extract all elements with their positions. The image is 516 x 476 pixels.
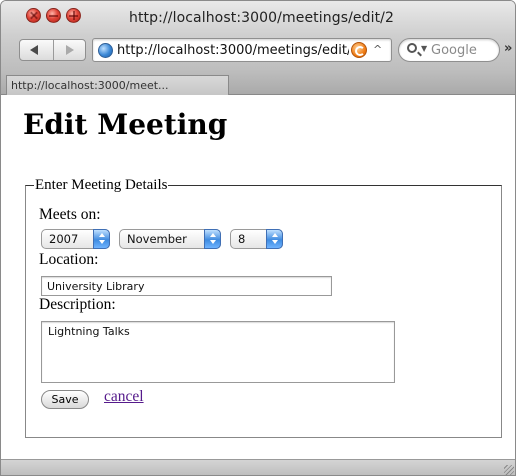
location-label: Location:: [39, 251, 99, 268]
save-button[interactable]: Save: [41, 390, 89, 409]
page-title: Edit Meeting: [23, 108, 228, 141]
back-arrow-icon[interactable]: [30, 45, 38, 55]
zoom-icon[interactable]: [66, 8, 81, 23]
title-bar[interactable]: http://localhost:3000/meetings/edit/2: [1, 1, 515, 35]
toolbar-overflow-icon[interactable]: »: [504, 41, 512, 56]
year-select[interactable]: 2007: [41, 229, 110, 249]
tab-bar: http://localhost:3000/meet...: [1, 71, 515, 95]
search-menu-arrow-icon[interactable]: ▼: [421, 44, 427, 53]
status-bar: [1, 459, 515, 475]
page-content: Edit Meeting Enter Meeting Details Meets…: [1, 95, 515, 459]
search-field[interactable]: ▼ Google: [398, 38, 500, 62]
month-select[interactable]: November: [119, 229, 221, 249]
fieldset-legend: Enter Meeting Details: [35, 177, 168, 193]
meets-on-label: Meets on:: [39, 206, 101, 223]
tab-current[interactable]: http://localhost:3000/meet...: [6, 75, 229, 95]
day-select-value: 8: [238, 232, 246, 246]
search-placeholder: Google: [431, 43, 477, 58]
chevron-updown-icon: [204, 229, 221, 249]
snapback-icon[interactable]: [351, 42, 367, 58]
location-field[interactable]: University Library: [41, 276, 332, 296]
chevron-updown-icon: [266, 229, 283, 249]
description-label: Description:: [39, 296, 116, 313]
nav-divider: [53, 40, 54, 60]
close-icon[interactable]: [26, 8, 41, 23]
search-icon[interactable]: [407, 43, 417, 53]
browser-toolbar: http://localhost:3000/meetings/edit/2 ^ …: [1, 35, 515, 71]
caret-icon: ^: [373, 43, 383, 56]
description-field[interactable]: Lightning Talks: [41, 321, 395, 383]
cancel-link[interactable]: cancel: [104, 388, 144, 406]
year-select-value: 2007: [49, 232, 79, 246]
resize-grip-icon[interactable]: [504, 465, 514, 475]
window-title: http://localhost:3000/meetings/edit/2: [129, 10, 395, 26]
minimize-icon[interactable]: [46, 8, 61, 23]
forward-arrow-icon[interactable]: [66, 45, 74, 55]
nav-buttons: [19, 39, 86, 61]
chevron-updown-icon: [93, 229, 110, 249]
address-bar[interactable]: http://localhost:3000/meetings/edit/2 ^: [92, 38, 392, 62]
month-select-value: November: [127, 232, 187, 246]
address-input[interactable]: http://localhost:3000/meetings/edit/2: [117, 43, 349, 58]
day-select[interactable]: 8: [230, 229, 283, 249]
globe-icon: [98, 43, 113, 58]
browser-window: http://localhost:3000/meetings/edit/2 ht…: [0, 0, 516, 476]
